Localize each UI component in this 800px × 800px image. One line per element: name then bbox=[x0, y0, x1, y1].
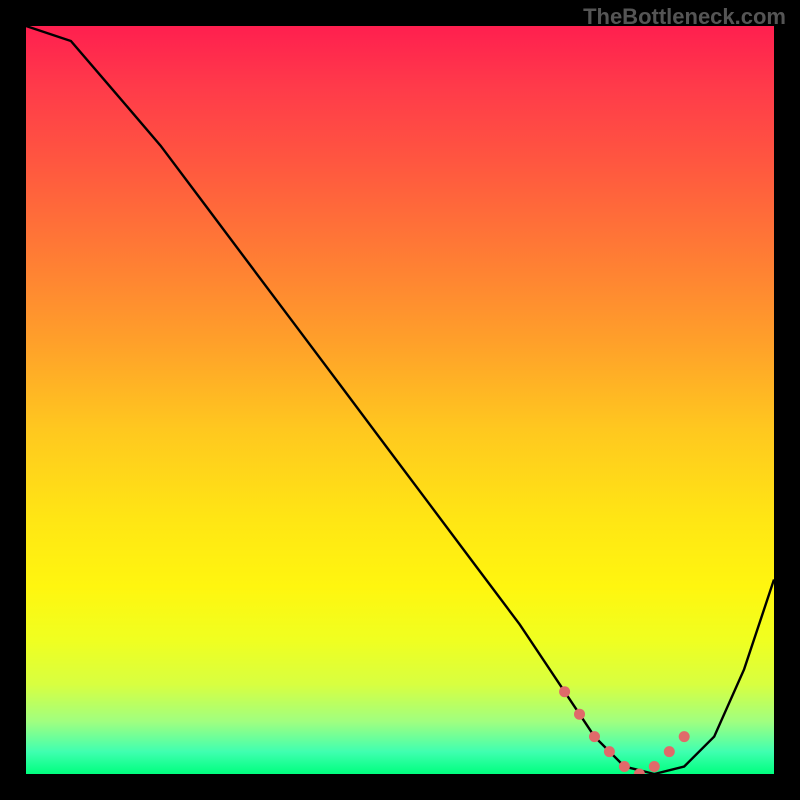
watermark-text: TheBottleneck.com bbox=[583, 4, 786, 30]
chart-gradient-background bbox=[26, 26, 774, 774]
